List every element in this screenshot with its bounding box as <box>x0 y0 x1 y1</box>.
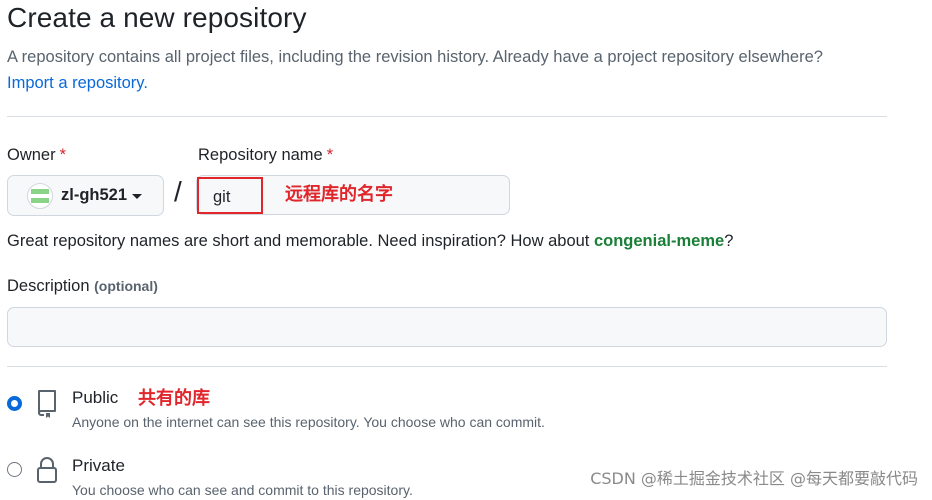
page-subtitle: A repository contains all project files,… <box>7 44 892 96</box>
required-mark: * <box>59 146 67 164</box>
owner-label: Owner * <box>7 146 67 164</box>
public-annotation: 共有的库 <box>138 388 210 409</box>
public-option-description: Anyone on the internet can see this repo… <box>72 414 545 430</box>
description-label: Description (optional) <box>7 277 158 295</box>
suggested-name-link[interactable]: congenial-meme <box>594 232 724 250</box>
annotation-highlight-box <box>197 177 263 214</box>
private-option-title: Private <box>72 456 125 475</box>
public-option-title: Public <box>72 388 119 407</box>
owner-repo-separator: / <box>174 176 182 207</box>
caret-down-icon <box>132 194 143 199</box>
avatar <box>27 182 53 209</box>
owner-dropdown[interactable]: zl-gh521 <box>7 175 164 216</box>
private-option-description: You choose who can see and commit to thi… <box>72 482 413 498</box>
description-input[interactable] <box>7 307 887 347</box>
watermark: CSDN @稀土掘金技术社区 @每天都要敲代码 <box>590 469 918 488</box>
section-divider <box>7 116 887 117</box>
required-mark: * <box>326 146 334 164</box>
owner-value: zl-gh521 <box>61 186 128 204</box>
public-radio[interactable] <box>7 396 22 411</box>
repo-icon <box>38 390 56 418</box>
lock-icon <box>37 457 57 483</box>
page-title: Create a new repository <box>7 2 307 33</box>
subtitle-text: A repository contains all project files,… <box>7 48 823 66</box>
repo-name-annotation: 远程库的名字 <box>285 184 393 205</box>
optional-tag: (optional) <box>94 278 158 294</box>
section-divider <box>7 366 887 367</box>
repository-name-label: Repository name * <box>198 146 334 164</box>
repository-name-hint: Great repository names are short and mem… <box>7 232 734 250</box>
import-repository-link[interactable]: Import a repository. <box>7 74 148 92</box>
private-radio[interactable] <box>7 462 22 477</box>
